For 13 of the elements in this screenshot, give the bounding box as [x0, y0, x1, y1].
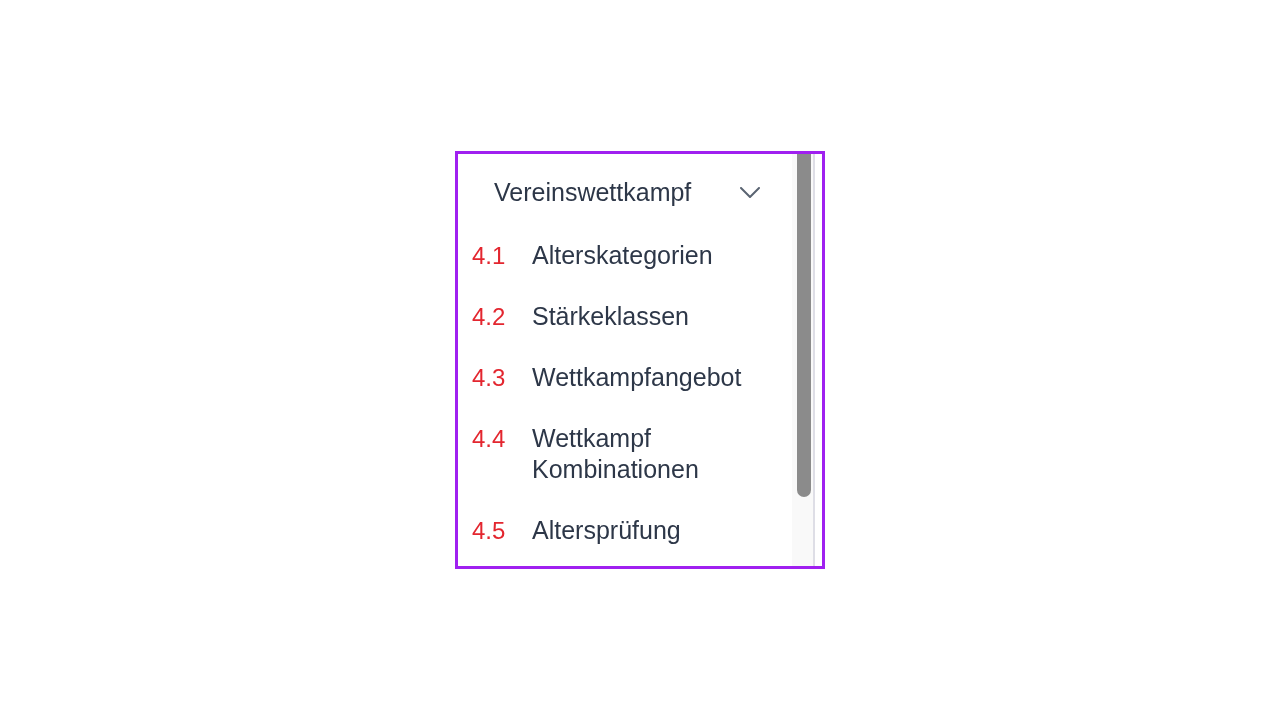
menu-item-link[interactable]: Wettkampfangebot	[532, 362, 742, 393]
chevron-down-icon	[740, 187, 760, 198]
section-number: 4.1	[472, 241, 506, 271]
section-number: 4.4	[472, 424, 506, 454]
section-number: 4.2	[472, 302, 506, 332]
menu-item-link[interactable]: Wettkampf Kombinationen	[532, 423, 782, 485]
menu-item-link[interactable]: Altersprüfung	[532, 515, 681, 546]
section-toggle[interactable]: Vereinswettkampf	[458, 177, 792, 208]
scrollbar-thumb[interactable]	[797, 154, 811, 497]
menu-item-link[interactable]: Stärkeklassen	[532, 301, 690, 332]
section-number: 4.3	[472, 363, 506, 393]
section-number: 4.5	[472, 516, 506, 546]
menu-item-link[interactable]: Alterskategorien	[532, 240, 713, 271]
